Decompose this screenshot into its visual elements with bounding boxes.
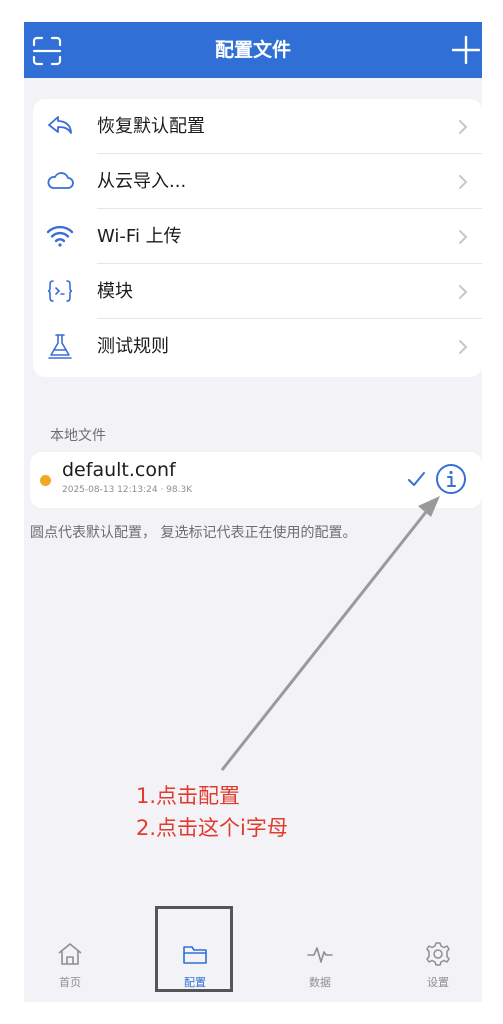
menu-card: 恢复默认配置 从云导入... Wi-Fi 上传 模块 测试规则 (33, 99, 482, 377)
wifi-icon (46, 225, 74, 247)
menu-item-modules[interactable]: 模块 (33, 264, 482, 319)
file-name: default.conf (62, 459, 176, 481)
tab-bar: 首页 配置 数据 设置 (24, 932, 482, 1002)
cloud-icon (47, 172, 74, 189)
tab-label: 数据 (309, 976, 331, 989)
chevron-right-icon (459, 285, 468, 299)
file-meta: 2025-08-13 12:13:24 · 98.3K (62, 485, 193, 495)
chevron-right-icon (459, 230, 468, 244)
menu-item-wifi-upload[interactable]: Wi-Fi 上传 (33, 209, 482, 264)
menu-item-import-cloud[interactable]: 从云导入... (33, 154, 482, 209)
annotation-step-2: 2.点击这个i字母 (136, 816, 288, 840)
tab-label: 设置 (427, 976, 449, 989)
module-icon (47, 280, 73, 302)
annotation-step-1: 1.点击配置 (136, 784, 241, 808)
tab-settings[interactable]: 设置 (398, 940, 478, 1000)
chevron-right-icon (459, 340, 468, 354)
app-screen: 配置文件 恢复默认配置 从云导入... Wi-Fi 上传 模块 测试规则 本地文… (24, 22, 482, 1002)
chevron-right-icon (459, 175, 468, 189)
menu-item-restore-default[interactable]: 恢复默认配置 (33, 99, 482, 154)
page-title: 配置文件 (214, 39, 291, 61)
checkmark-icon (408, 472, 425, 486)
menu-item-label: 恢复默认配置 (97, 116, 205, 137)
add-icon[interactable] (450, 34, 482, 66)
tab-label: 首页 (59, 976, 81, 989)
menu-item-label: 从云导入... (97, 171, 187, 192)
activity-icon (307, 947, 333, 963)
highlight-box (155, 906, 233, 992)
menu-item-label: 测试规则 (97, 336, 169, 357)
restore-icon (48, 116, 72, 134)
home-icon (58, 943, 82, 965)
chevron-right-icon (459, 120, 468, 134)
menu-item-test-rules[interactable]: 测试规则 (33, 319, 482, 374)
default-dot-indicator (40, 475, 51, 486)
footnote: 圆点代表默认配置， 复选标记代表正在使用的配置。 (30, 525, 357, 541)
menu-item-label: 模块 (97, 281, 133, 302)
tab-home[interactable]: 首页 (30, 940, 110, 1000)
section-header-local-files: 本地文件 (50, 428, 106, 444)
menu-item-label: Wi-Fi 上传 (97, 226, 182, 247)
gear-icon (426, 942, 450, 966)
info-icon[interactable] (434, 462, 468, 496)
tab-data[interactable]: 数据 (280, 940, 360, 1000)
file-row[interactable]: default.conf 2025-08-13 12:13:24 · 98.3K (30, 452, 482, 508)
flask-icon (48, 334, 72, 359)
nav-bar: 配置文件 (24, 22, 482, 78)
